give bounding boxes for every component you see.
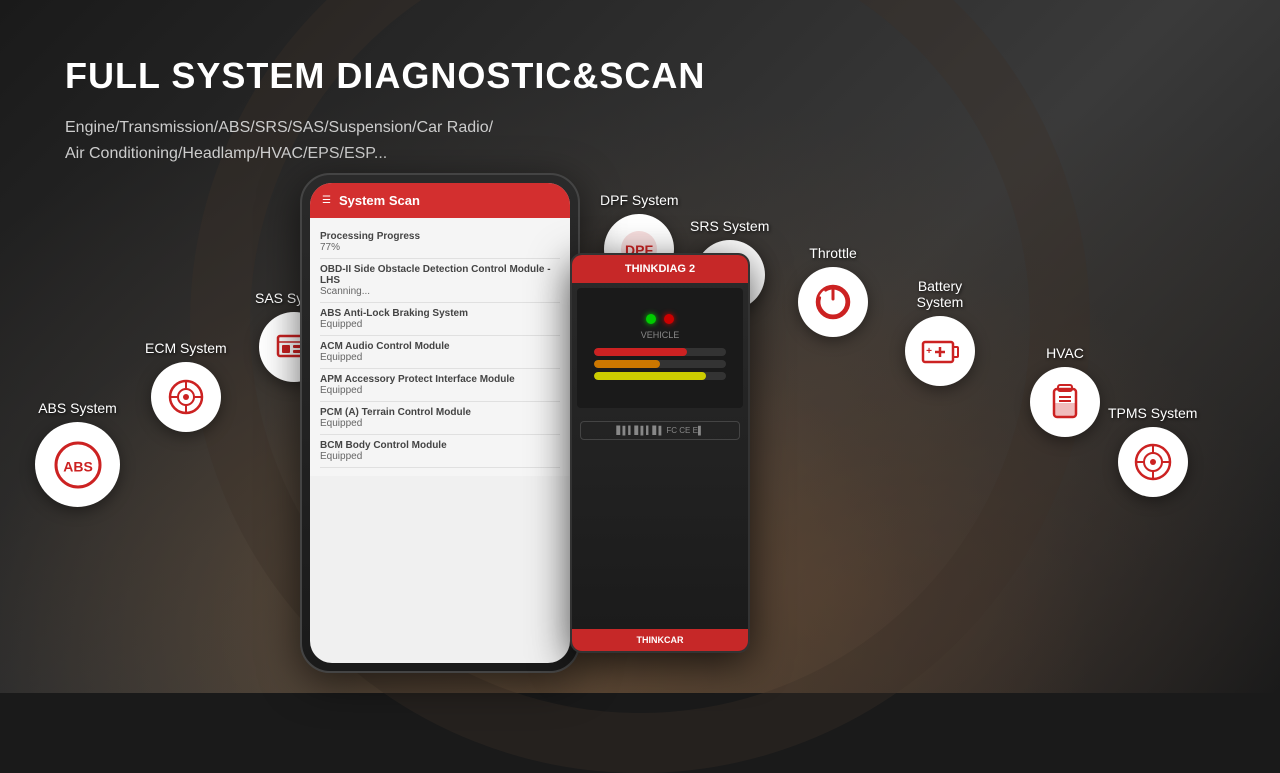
page-title: FULL SYSTEM DIAGNOSTIC&SCAN <box>65 55 705 97</box>
hvac-icon <box>1030 367 1100 437</box>
phone-screen-title: System Scan <box>339 193 420 208</box>
led-red <box>664 314 674 324</box>
system-hvac: HVAC <box>1030 345 1100 437</box>
system-ecm: ECM System <box>145 340 227 432</box>
scan-item-6: BCM Body Control Module Equipped <box>320 435 560 468</box>
scan-item-0: Processing Progress 77% <box>320 226 560 259</box>
scan-item-4: APM Accessory Protect Interface Module E… <box>320 369 560 402</box>
phone-screen-content: Processing Progress 77% OBD-II Side Obst… <box>310 218 570 476</box>
scanner-bar-2 <box>594 360 727 368</box>
scanner-footer-text: THINKCAR <box>578 635 742 645</box>
scan-item-4-title: APM Accessory Protect Interface Module <box>320 374 560 385</box>
subtitle-line1: Engine/Transmission/ABS/SRS/SAS/Suspensi… <box>65 119 493 136</box>
scan-item-6-title: BCM Body Control Module <box>320 440 560 451</box>
scanner-bar-1 <box>594 348 727 356</box>
scan-item-2: ABS Anti-Lock Braking System Equipped <box>320 303 560 336</box>
scanner-bar-2-fill <box>594 360 660 368</box>
throttle-icon <box>798 267 868 337</box>
battery-icon: + <box>905 316 975 386</box>
scan-item-1-title: OBD-II Side Obstacle Detection Control M… <box>320 264 560 286</box>
scan-item-0-title: Processing Progress <box>320 231 560 242</box>
phone-screen-header: ☰ System Scan <box>310 183 570 218</box>
hvac-label: HVAC <box>1046 345 1084 361</box>
scanner-middle: ▋▌▍▋▌▍▋▌ FC CE E▌ <box>572 413 748 452</box>
scan-item-0-status: 77% <box>320 242 560 253</box>
system-abs: ABS System ABS <box>35 400 120 507</box>
phone-device: ☰ System Scan Processing Progress 77% OB… <box>300 173 580 673</box>
scan-item-1-status: Scanning... <box>320 286 560 297</box>
scan-item-2-title: ABS Anti-Lock Braking System <box>320 308 560 319</box>
scan-item-3-title: ACM Audio Control Module <box>320 341 560 352</box>
system-tpms: TPMS System <box>1108 405 1197 497</box>
tpms-label: TPMS System <box>1108 405 1197 421</box>
system-battery: BatterySystem + <box>905 278 975 386</box>
abs-label: ABS System <box>38 400 117 416</box>
led-green <box>646 314 656 324</box>
throttle-label: Throttle <box>809 245 856 261</box>
battery-label: BatterySystem <box>917 278 964 310</box>
ecm-label: ECM System <box>145 340 227 356</box>
scan-item-5: PCM (A) Terrain Control Module Equipped <box>320 402 560 435</box>
scanner-footer: THINKCAR <box>572 629 748 651</box>
scan-item-4-status: Equipped <box>320 385 560 396</box>
tpms-icon <box>1118 427 1188 497</box>
dpf-label: DPF System <box>600 192 679 208</box>
scan-item-5-title: PCM (A) Terrain Control Module <box>320 407 560 418</box>
scanner-label: VEHICLE <box>641 330 680 340</box>
scanner-barcode: ▋▌▍▋▌▍▋▌ FC CE E▌ <box>580 421 740 440</box>
ecm-icon <box>151 362 221 432</box>
subtitle-line2: Air Conditioning/Headlamp/HVAC/EPS/ESP..… <box>65 145 387 162</box>
system-throttle: Throttle <box>798 245 868 337</box>
scanner-brand: THINKDIAG 2 <box>580 263 740 275</box>
phone-screen: ☰ System Scan Processing Progress 77% OB… <box>310 183 570 663</box>
scan-item-1: OBD-II Side Obstacle Detection Control M… <box>320 259 560 303</box>
subtitle: Engine/Transmission/ABS/SRS/SAS/Suspensi… <box>65 115 705 166</box>
scan-item-6-status: Equipped <box>320 451 560 462</box>
scanner-screen: VEHICLE <box>577 288 743 408</box>
svg-text:+: + <box>926 346 932 357</box>
scanner-bar-3-fill <box>594 372 707 380</box>
scanner-bar-1-fill <box>594 348 687 356</box>
scan-item-5-status: Equipped <box>320 418 560 429</box>
abs-icon: ABS <box>35 422 120 507</box>
scan-item-3-status: Equipped <box>320 352 560 363</box>
scanner-header: THINKDIAG 2 <box>572 255 748 283</box>
scan-item-2-status: Equipped <box>320 319 560 330</box>
scanner-leds <box>646 314 674 324</box>
scanner-bar-3 <box>594 372 727 380</box>
scanner-device: THINKDIAG 2 VEHICLE ▋▌▍▋▌▍▋▌ FC CE E▌ <box>570 253 750 653</box>
scan-item-3: ACM Audio Control Module Equipped <box>320 336 560 369</box>
srs-label: SRS System <box>690 218 769 234</box>
title-area: FULL SYSTEM DIAGNOSTIC&SCAN Engine/Trans… <box>65 55 705 166</box>
svg-text:ABS: ABS <box>63 458 93 474</box>
main-content: FULL SYSTEM DIAGNOSTIC&SCAN Engine/Trans… <box>0 0 1280 693</box>
